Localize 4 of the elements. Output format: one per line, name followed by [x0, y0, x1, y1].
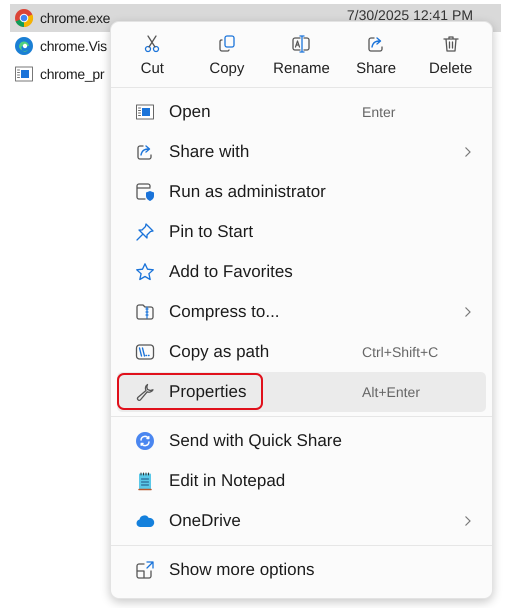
file-name: chrome.exe [40, 10, 108, 26]
file-date: 7/30/2025 12:41 PM [346, 6, 473, 23]
file-name: chrome.Vis [40, 38, 108, 54]
file-name: chrome_pr [40, 66, 106, 82]
